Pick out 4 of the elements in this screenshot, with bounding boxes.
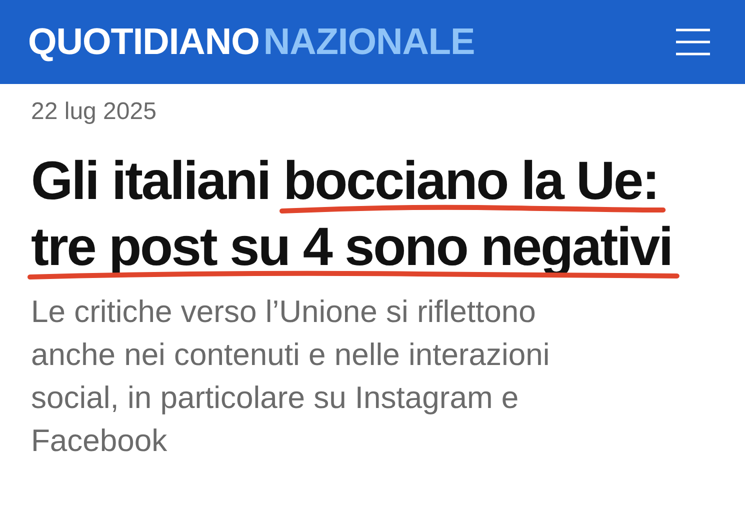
menu-icon — [675, 28, 711, 56]
article-subtitle: Le critiche verso l’Unione si riflettono anche nei contenuti e nelle interazioni social, in particolare su Instagram e Facebook — [31, 293, 551, 460]
article-date: 22 lug 2025 — [31, 98, 158, 126]
headline: Gli italiani bocciano la Ue: tre post su 4 sono negativi — [31, 150, 673, 279]
